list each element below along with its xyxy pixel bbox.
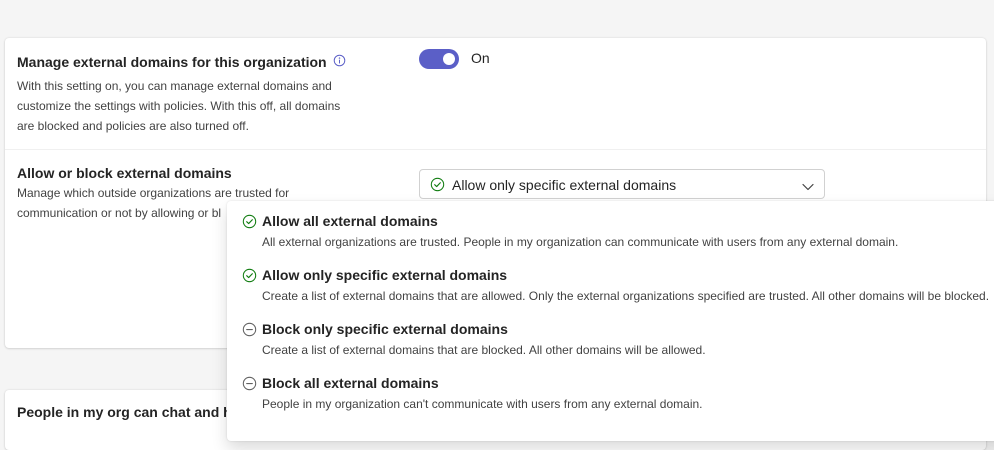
- option-description: Create a list of external domains that a…: [262, 343, 706, 357]
- select-value: Allow only specific external domains: [452, 177, 677, 193]
- option-description: People in my organization can't communic…: [262, 397, 703, 411]
- option-allow-all[interactable]: Allow all external domains All external …: [227, 201, 994, 255]
- chevron-down-icon: [802, 179, 814, 197]
- option-description: Create a list of external domains that a…: [262, 289, 990, 303]
- people-chat-title: People in my org can chat and ha: [17, 404, 240, 420]
- option-label: Block all external domains: [262, 375, 439, 391]
- manage-external-domains-toggle[interactable]: [419, 49, 459, 69]
- option-allow-specific[interactable]: Allow only specific external domains Cre…: [227, 255, 994, 309]
- desc-line: With this setting on, you can manage ext…: [17, 79, 332, 93]
- check-circle-icon: [242, 268, 257, 288]
- allow-block-domains-title: Allow or block external domains: [17, 165, 232, 181]
- option-label: Allow only specific external domains: [262, 267, 508, 283]
- toggle-state-label: On: [471, 50, 490, 66]
- check-circle-icon: [242, 214, 257, 234]
- option-description: All external organizations are trusted. …: [262, 235, 899, 249]
- desc-line: are blocked and policies are also turned…: [17, 119, 249, 133]
- minus-circle-icon: [242, 376, 257, 396]
- option-block-specific[interactable]: Block only specific external domains Cre…: [227, 309, 994, 363]
- desc-line: Manage which outside organizations are t…: [17, 186, 290, 200]
- option-label: Allow all external domains: [262, 213, 438, 229]
- option-block-all[interactable]: Block all external domains People in my …: [227, 363, 994, 417]
- toggle-knob: [443, 53, 455, 65]
- minus-circle-icon: [242, 322, 257, 342]
- manage-external-domains-title: Manage external domains for this organiz…: [17, 54, 346, 70]
- allow-block-domains-select[interactable]: Allow only specific external domains: [419, 169, 825, 199]
- option-label: Block only specific external domains: [262, 321, 508, 337]
- section-divider: [5, 149, 986, 150]
- desc-line: customize the settings with policies. Wi…: [17, 99, 341, 113]
- info-icon[interactable]: [333, 54, 346, 70]
- check-circle-icon: [430, 177, 445, 197]
- domain-options-listbox: Allow all external domains All external …: [227, 201, 994, 441]
- manage-external-domains-description: With this setting on, you can manage ext…: [17, 76, 340, 136]
